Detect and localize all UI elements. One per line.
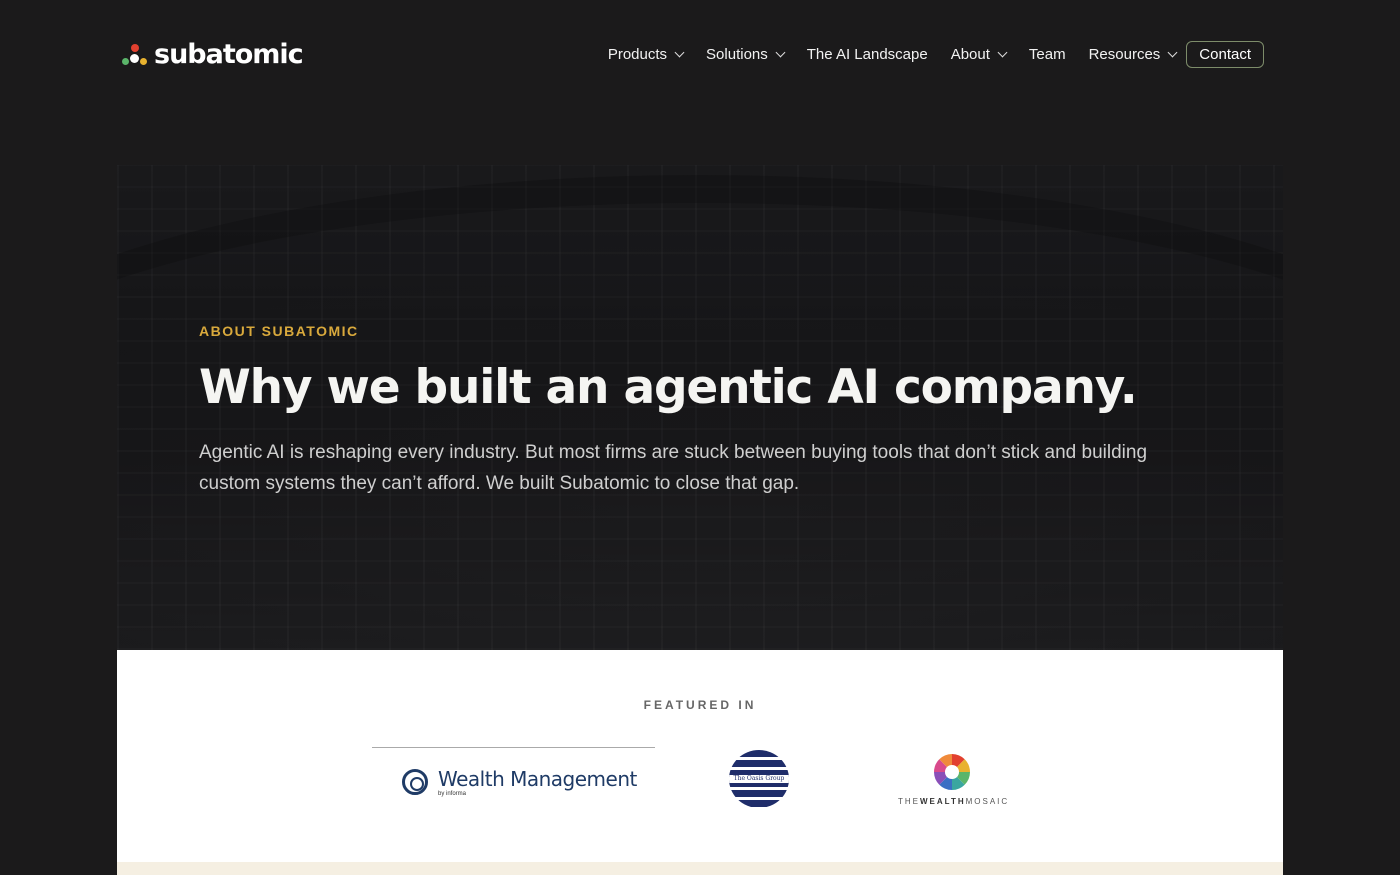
- hero-section: ABOUT SUBATOMIC Why we built an agentic …: [117, 165, 1283, 650]
- chevron-down-icon: [674, 47, 685, 57]
- nav-label: Solutions: [706, 45, 768, 63]
- wealth-management-name: Wealth Management: [438, 767, 637, 791]
- chevron-down-icon: [1167, 47, 1178, 57]
- oasis-group-name: The Oasis Group: [729, 775, 789, 783]
- next-section-edge: [117, 862, 1283, 875]
- chevron-down-icon: [775, 47, 786, 57]
- wealth-management-logo[interactable]: Wealth Management by informa: [372, 747, 655, 804]
- subatomic-logo[interactable]: subatomic: [122, 36, 304, 72]
- oasis-group-logo[interactable]: The Oasis Group: [729, 750, 789, 808]
- nav-item-resources[interactable]: Resources: [1088, 45, 1178, 63]
- nav-label: Products: [607, 45, 668, 63]
- contact-button[interactable]: Contact: [1186, 40, 1264, 68]
- wealth-management-sub: by informa: [438, 791, 467, 797]
- nav-item-team[interactable]: Team: [1029, 46, 1066, 63]
- hero-title: Why we built an agentic AI company.: [199, 360, 1138, 415]
- nav-label: About: [950, 45, 990, 63]
- main-nav: Products Solutions The AI Landscape Abou…: [607, 40, 1264, 68]
- nav-label: Team: [1028, 45, 1066, 63]
- chevron-down-icon: [997, 47, 1008, 57]
- hero-eyebrow: ABOUT SUBATOMIC: [199, 323, 359, 339]
- wealth-management-icon: [402, 769, 428, 795]
- featured-in-section: FEATURED IN Wealth Management by informa…: [117, 650, 1283, 862]
- nav-label: Resources: [1088, 45, 1161, 63]
- logo-mark-icon: [122, 40, 152, 68]
- nav-item-about[interactable]: About: [950, 45, 1008, 63]
- wealth-mosaic-logo[interactable]: THEWEALTHMOSAIC: [898, 797, 1009, 806]
- hero-subtitle: Agentic AI is reshaping every industry. …: [199, 442, 1148, 494]
- logo-text: subatomic: [154, 38, 304, 70]
- nav-item-products[interactable]: Products: [607, 45, 685, 63]
- wealth-mosaic-icon: [934, 754, 970, 790]
- nav-label: The AI Landscape: [806, 45, 928, 63]
- nav-item-solutions[interactable]: Solutions: [706, 45, 786, 63]
- featured-label: FEATURED IN: [643, 698, 757, 712]
- nav-item-ai-landscape[interactable]: The AI Landscape: [807, 46, 928, 63]
- hero-content: ABOUT SUBATOMIC Why we built an agentic …: [199, 323, 1199, 499]
